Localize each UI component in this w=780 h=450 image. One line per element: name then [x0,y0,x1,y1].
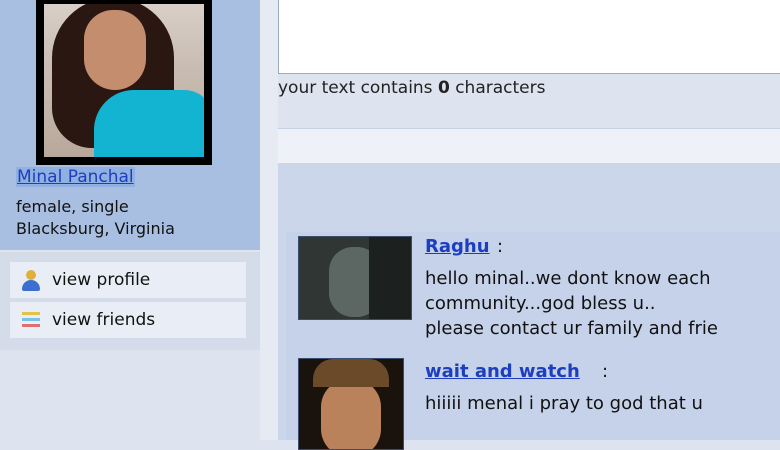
view-friends-link[interactable]: view friends [10,302,246,338]
char-counter: your text contains 0 characters [278,78,546,98]
view-profile-label: view profile [52,270,151,290]
profile-links-panel: view profile view friends [0,252,260,350]
profile-photo[interactable] [36,0,212,165]
profile-name-link[interactable]: Minal Panchal [16,167,135,187]
view-profile-link[interactable]: view profile [10,262,246,298]
scrap-author-link[interactable]: Raghu [425,236,490,257]
profile-location: Blacksburg, Virginia [16,219,175,238]
profile-card: Minal Panchal female, single Blacksburg,… [0,0,260,250]
scrap-message: hiiiii menal i pray to god that u [425,393,703,414]
scrap-textarea[interactable] [278,0,780,74]
scrapbook-header-bar [278,128,780,164]
view-friends-label: view friends [52,310,156,330]
profile-gender-status: female, single [16,197,129,216]
person-icon [20,269,42,291]
friends-list-icon [20,309,42,331]
char-count-value: 0 [437,78,450,98]
column-divider [260,0,278,440]
profile-photo-image [44,4,204,157]
scrap-author-link[interactable]: wait and watch [425,361,580,382]
profile-details: female, single Blacksburg, Virginia [16,196,175,240]
scrap-author-avatar[interactable] [298,358,404,450]
scrap-author-avatar[interactable] [298,236,412,320]
scrap-message: hello minal..we dont know each community… [425,268,718,339]
